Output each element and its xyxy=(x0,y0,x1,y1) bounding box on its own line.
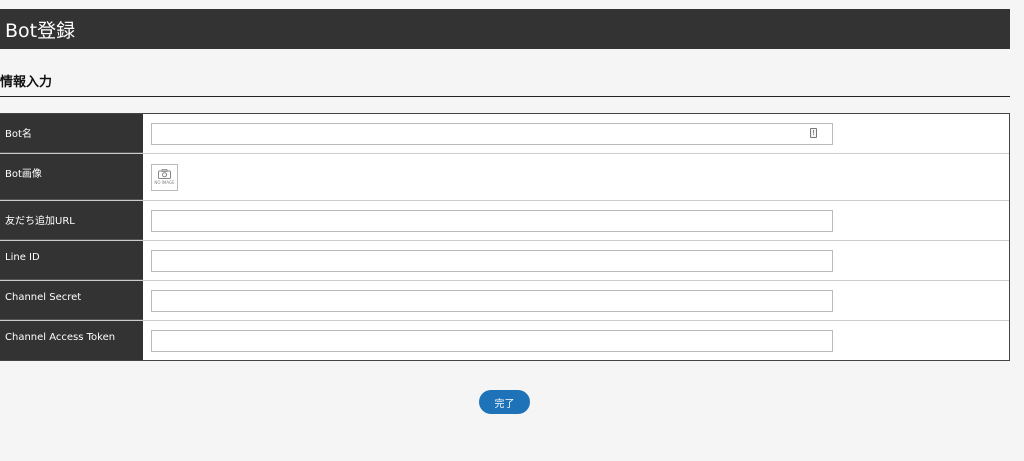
camera-icon xyxy=(158,169,171,179)
channel-secret-label: Channel Secret xyxy=(0,281,143,320)
form-row-channel-secret: Channel Secret xyxy=(0,281,1009,321)
channel-secret-input[interactable] xyxy=(151,289,833,312)
line-id-input[interactable] xyxy=(151,249,833,272)
bot-name-cell: ! xyxy=(143,114,1009,153)
friend-url-cell xyxy=(143,201,1009,240)
form-row-bot-image: Bot画像 NO IMAGE xyxy=(0,154,1009,201)
page-title: Bot登録 xyxy=(5,19,76,42)
top-strip xyxy=(0,0,1024,9)
no-image-text: NO IMAGE xyxy=(154,180,175,185)
bot-registration-form: Bot名 ! Bot画像 NO IMAGE 友だち追加URL Line ID C… xyxy=(0,113,1010,361)
friend-url-input[interactable] xyxy=(151,209,833,232)
channel-access-token-input[interactable] xyxy=(151,329,833,352)
form-row-line-id: Line ID xyxy=(0,241,1009,281)
bot-name-input[interactable] xyxy=(151,123,833,145)
form-row-bot-name: Bot名 ! xyxy=(0,114,1009,154)
line-id-cell xyxy=(143,241,1009,280)
friend-url-label: 友だち追加URL xyxy=(0,201,143,240)
page-header: Bot登録 xyxy=(0,9,1010,49)
channel-access-token-label: Channel Access Token xyxy=(0,321,143,360)
form-row-channel-access-token: Channel Access Token xyxy=(0,321,1009,360)
bot-image-upload[interactable]: NO IMAGE xyxy=(151,163,178,191)
info-badge-icon[interactable]: ! xyxy=(810,127,817,138)
form-row-friend-url: 友だち追加URL xyxy=(0,201,1009,241)
channel-access-token-cell xyxy=(143,321,1009,360)
bot-name-input-wrap: ! xyxy=(151,123,833,145)
bot-image-cell: NO IMAGE xyxy=(143,154,1009,200)
channel-secret-cell xyxy=(143,281,1009,320)
complete-button[interactable]: 完了 xyxy=(479,390,530,414)
section-divider xyxy=(0,96,1010,97)
section-title: 情報入力 xyxy=(0,75,53,90)
bot-name-label: Bot名 xyxy=(0,114,143,153)
line-id-label: Line ID xyxy=(0,241,143,280)
bot-image-label: Bot画像 xyxy=(0,154,143,200)
